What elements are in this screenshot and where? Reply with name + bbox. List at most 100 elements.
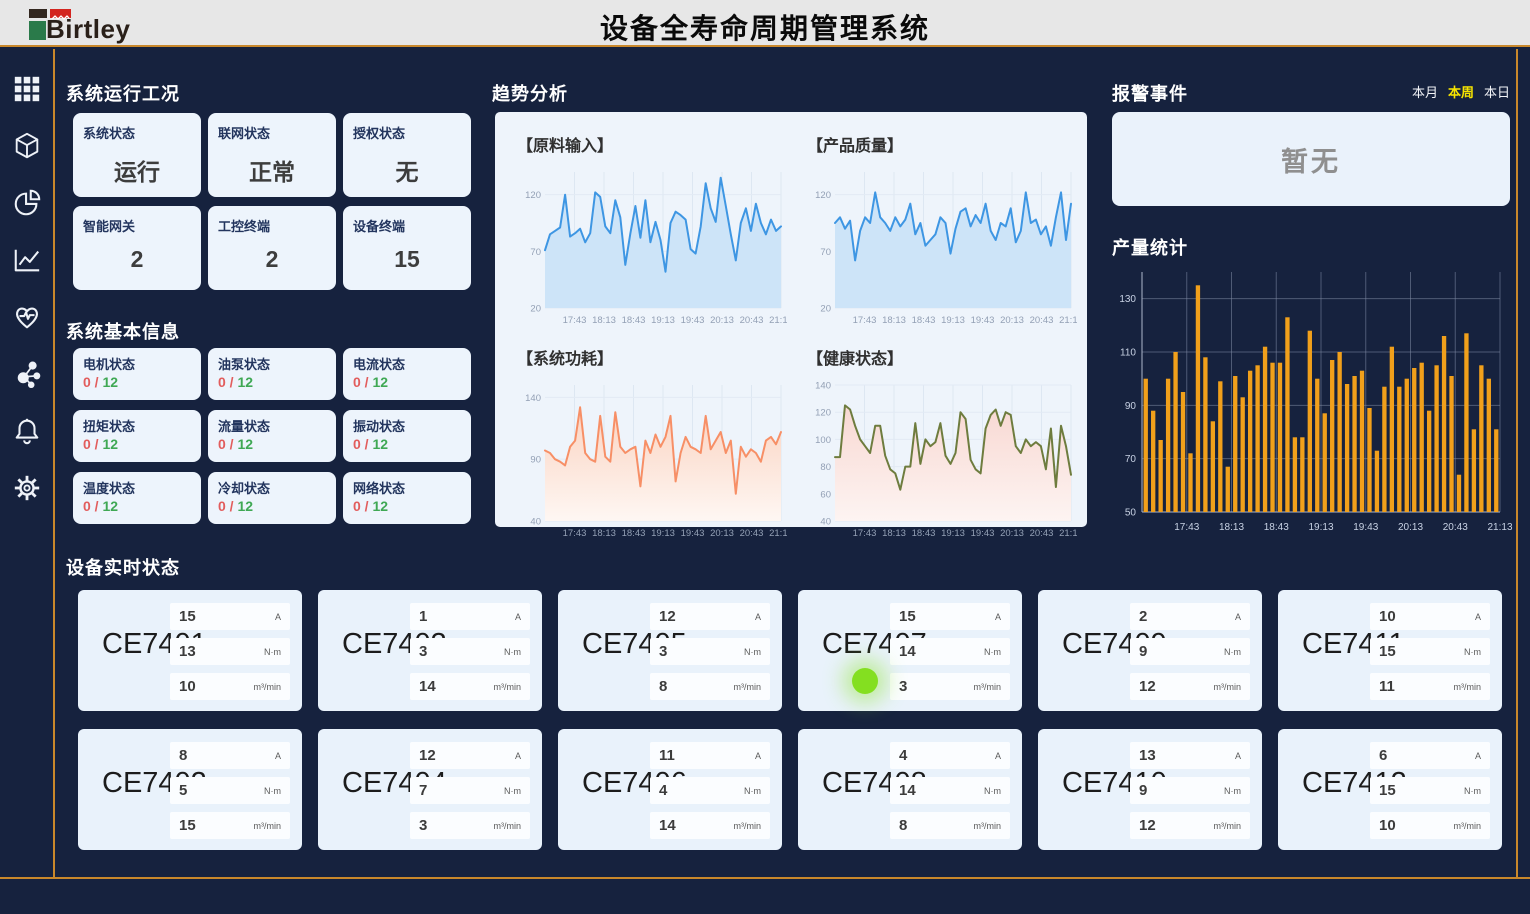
svg-text:18:13: 18:13	[1219, 522, 1244, 533]
info-card: 电流状态 0 / 12	[343, 348, 471, 400]
health-heart-icon[interactable]	[11, 301, 43, 333]
device-metric-row: 14 m³/min	[410, 673, 530, 700]
info-card-count: 0 / 12	[353, 374, 461, 390]
device-metrics: 6 A 15 N·m 10 m³/min	[1370, 742, 1490, 839]
line-chart-icon[interactable]	[11, 244, 43, 276]
system-info-grid: 电机状态 0 / 12油泵状态 0 / 12电流状态 0 / 12 扭矩状态 0 …	[73, 348, 471, 524]
info-card: 电机状态 0 / 12	[73, 348, 201, 400]
device-metric-row: 8 m³/min	[890, 812, 1010, 839]
info-card-label: 流量状态	[218, 416, 326, 435]
network-nodes-icon[interactable]	[11, 358, 43, 390]
status-card-value: 正常	[208, 153, 336, 187]
pie-chart-icon[interactable]	[11, 187, 43, 219]
bell-icon[interactable]	[11, 415, 43, 447]
device-metric-unit: N·m	[504, 647, 521, 657]
device-metric-row: 14 m³/min	[650, 812, 770, 839]
info-card-count: 0 / 12	[83, 374, 191, 390]
svg-text:19:43: 19:43	[971, 315, 995, 326]
svg-text:19:43: 19:43	[1353, 522, 1378, 533]
device-metric-row: 9 N·m	[1130, 777, 1250, 804]
chart-title: 【健康状态】	[807, 345, 1079, 369]
device-card[interactable]: CE7406 11 A 4 N·m 14 m³/min	[558, 729, 782, 850]
alarm-period-tabs: 本月本周本日	[1412, 82, 1512, 101]
info-card: 油泵状态 0 / 12	[208, 348, 336, 400]
device-metric-unit: m³/min	[254, 682, 282, 692]
device-metric-unit: N·m	[1224, 786, 1241, 796]
device-metric-value: 7	[419, 782, 427, 799]
device-metrics: 15 A 14 N·m 3 m³/min	[890, 603, 1010, 700]
device-metric-unit: m³/min	[494, 682, 522, 692]
device-metrics: 4 A 14 N·m 8 m³/min	[890, 742, 1010, 839]
svg-text:19:13: 19:13	[941, 528, 965, 539]
svg-text:40: 40	[530, 517, 541, 528]
svg-text:21:13: 21:13	[769, 315, 787, 326]
device-metric-value: 13	[1139, 747, 1156, 764]
svg-text:20:43: 20:43	[1030, 528, 1054, 539]
svg-text:20:43: 20:43	[740, 315, 764, 326]
svg-text:130: 130	[1119, 294, 1136, 305]
cube-3d-icon[interactable]	[11, 130, 43, 162]
device-metrics: 8 A 5 N·m 15 m³/min	[170, 742, 290, 839]
device-metric-unit: A	[1475, 612, 1481, 622]
device-metric-value: 15	[1379, 643, 1396, 660]
alarm-tab-1[interactable]: 本周	[1448, 82, 1474, 101]
product-quality-chart: 207012017:4318:1318:4319:1319:4320:1320:…	[805, 164, 1077, 328]
apps-grid-icon[interactable]	[11, 73, 43, 105]
svg-text:18:13: 18:13	[592, 315, 616, 326]
svg-text:18:43: 18:43	[622, 315, 646, 326]
svg-text:17:43: 17:43	[1174, 522, 1199, 533]
device-card[interactable]: CE7404 12 A 7 N·m 3 m³/min	[318, 729, 542, 850]
device-metric-row: 13 N·m	[170, 638, 290, 665]
device-metric-row: 5 N·m	[170, 777, 290, 804]
device-metrics: 12 A 3 N·m 8 m³/min	[650, 603, 770, 700]
chart-title: 【原料输入】	[517, 132, 789, 156]
device-metric-unit: m³/min	[1454, 821, 1482, 831]
device-card[interactable]: CE7407 15 A 14 N·m 3 m³/min	[798, 590, 1022, 711]
svg-text:18:13: 18:13	[592, 528, 616, 539]
device-metric-unit: A	[1235, 612, 1241, 622]
device-metric-row: 12 m³/min	[1130, 812, 1250, 839]
device-metric-value: 8	[179, 747, 187, 764]
device-card[interactable]: CE7410 13 A 9 N·m 12 m³/min	[1038, 729, 1262, 850]
alarm-empty-text: 暂无	[1281, 140, 1341, 179]
device-card[interactable]: CE7409 2 A 9 N·m 12 m³/min	[1038, 590, 1262, 711]
device-metric-row: 6 A	[1370, 742, 1490, 769]
svg-text:19:43: 19:43	[971, 528, 995, 539]
device-card[interactable]: CE7401 15 A 13 N·m 10 m³/min	[78, 590, 302, 711]
device-metric-row: 2 A	[1130, 603, 1250, 630]
device-card[interactable]: CE7411 10 A 15 N·m 11 m³/min	[1278, 590, 1502, 711]
alarm-tab-0[interactable]: 本月	[1412, 82, 1438, 101]
device-metric-row: 3 m³/min	[410, 812, 530, 839]
status-card-value: 2	[73, 246, 201, 273]
svg-text:20:13: 20:13	[1398, 522, 1423, 533]
trend-chart-raw-input: 【原料输入】 207012017:4318:1318:4319:1319:432…	[501, 120, 791, 333]
svg-text:21:13: 21:13	[769, 528, 787, 539]
device-metric-row: 10 m³/min	[1370, 812, 1490, 839]
svg-text:17:43: 17:43	[853, 315, 877, 326]
device-metric-unit: N·m	[1464, 786, 1481, 796]
svg-text:60: 60	[820, 489, 831, 500]
info-card-count: 0 / 12	[83, 498, 191, 514]
svg-text:80: 80	[820, 462, 831, 473]
svg-text:70: 70	[530, 247, 541, 258]
svg-text:18:43: 18:43	[1264, 522, 1289, 533]
device-card[interactable]: CE7402 8 A 5 N·m 15 m³/min	[78, 729, 302, 850]
device-metric-row: 4 A	[890, 742, 1010, 769]
device-card[interactable]: CE7405 12 A 3 N·m 8 m³/min	[558, 590, 782, 711]
svg-text:20:43: 20:43	[740, 528, 764, 539]
info-card: 扭矩状态 0 / 12	[73, 410, 201, 462]
device-card[interactable]: CE7403 1 A 3 N·m 14 m³/min	[318, 590, 542, 711]
device-metric-value: 5	[179, 782, 187, 799]
device-card[interactable]: CE7412 6 A 15 N·m 10 m³/min	[1278, 729, 1502, 850]
device-card[interactable]: CE7408 4 A 14 N·m 8 m³/min	[798, 729, 1022, 850]
svg-text:20:13: 20:13	[710, 528, 734, 539]
settings-gear-icon[interactable]	[11, 472, 43, 504]
status-card: 设备终端 15	[343, 206, 471, 290]
device-metrics: 13 A 9 N·m 12 m³/min	[1130, 742, 1250, 839]
device-metric-value: 3	[899, 678, 907, 695]
svg-text:18:43: 18:43	[912, 315, 936, 326]
alarm-tab-2[interactable]: 本日	[1484, 82, 1510, 101]
device-metric-value: 12	[1139, 817, 1156, 834]
status-card-label: 系统状态	[83, 123, 191, 142]
svg-text:20:43: 20:43	[1443, 522, 1468, 533]
